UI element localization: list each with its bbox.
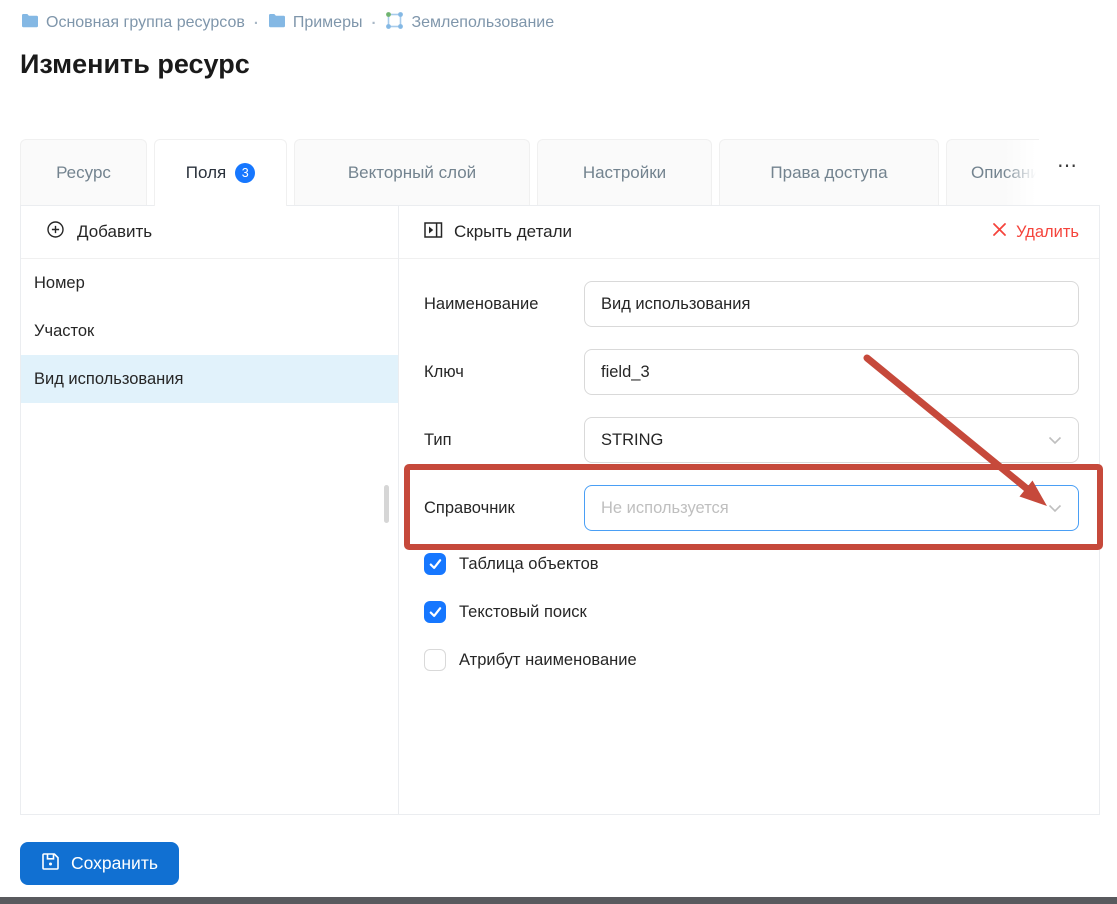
lookup-table-field-row: Справочник Не используется (424, 485, 1079, 531)
vector-layer-icon (385, 11, 404, 35)
checkbox-label: Текстовый поиск (459, 602, 587, 621)
tab-label: Ресурс (56, 162, 111, 182)
tab-settings[interactable]: Настройки (537, 139, 712, 205)
tab-description[interactable]: Описание (946, 139, 1039, 205)
checkbox-label: Таблица объектов (459, 554, 599, 573)
chevron-down-icon (1048, 499, 1062, 518)
tab-permissions[interactable]: Права доступа (719, 139, 939, 205)
fields-editor-panel: Добавить Номер Участок Вид использования… (20, 205, 1100, 815)
folder-icon (268, 13, 286, 33)
name-field-label: Наименование (424, 294, 539, 313)
tab-resource[interactable]: Ресурс (20, 139, 147, 205)
checkbox-label: Атрибут наименование (459, 650, 637, 669)
tab-label: Права доступа (770, 162, 888, 182)
feature-table-checkbox-row[interactable]: Таблица объектов (424, 553, 1079, 575)
name-field-row: Наименование (424, 281, 1079, 327)
field-list-item-uchastok[interactable]: Участок (21, 307, 398, 355)
panel-splitter-handle[interactable] (384, 485, 389, 523)
breadcrumb-item-examples[interactable]: Примеры (268, 13, 363, 33)
field-list-item-vid-ispolzovaniya[interactable]: Вид использования (21, 355, 398, 403)
page-title: Изменить ресурс (20, 49, 250, 79)
type-field-row: Тип STRING (424, 417, 1079, 463)
tab-fields[interactable]: Поля 3 (154, 139, 287, 206)
tab-overflow-fade (1003, 140, 1039, 205)
tab-bar: Ресурс Поля 3 Векторный слой Настройки П… (20, 139, 1079, 206)
type-field-label: Тип (424, 430, 452, 449)
breadcrumb-label: Примеры (292, 14, 363, 31)
breadcrumb-separator: · (253, 14, 259, 32)
add-field-button[interactable]: Добавить (21, 206, 398, 259)
breadcrumb-label: Землепользование (411, 14, 555, 31)
lookup-table-field-label: Справочник (424, 498, 515, 517)
tab-label: Поля (185, 163, 227, 182)
save-icon (41, 852, 60, 876)
field-list: Номер Участок Вид использования (21, 259, 398, 814)
field-item-label: Номер (34, 273, 85, 292)
key-field-row: Ключ (424, 349, 1079, 395)
feature-table-checkbox[interactable] (424, 553, 446, 575)
bottom-edge-bar (0, 897, 1117, 904)
folder-icon (21, 13, 39, 33)
name-input[interactable] (584, 281, 1079, 327)
breadcrumb-item-root[interactable]: Основная группа ресурсов (21, 13, 245, 33)
save-button-label: Сохранить (71, 853, 158, 873)
hide-details-button[interactable]: Скрыть детали (424, 221, 573, 243)
chevron-down-icon (1048, 431, 1062, 450)
breadcrumb-label: Основная группа ресурсов (46, 14, 245, 31)
lookup-table-placeholder: Не используется (601, 498, 729, 517)
text-search-checkbox-row[interactable]: Текстовый поиск (424, 601, 1079, 623)
delete-field-label: Удалить (1016, 222, 1079, 241)
tab-vector-layer[interactable]: Векторный слой (294, 139, 530, 205)
save-button[interactable]: Сохранить (20, 842, 179, 885)
lookup-table-select[interactable]: Не используется (584, 485, 1079, 531)
field-item-label: Участок (34, 321, 95, 340)
tab-label: Векторный слой (347, 162, 477, 182)
more-tabs-button[interactable]: ⋯ (1057, 153, 1079, 178)
details-header: Скрыть детали Удалить (399, 206, 1099, 259)
tab-label: Настройки (582, 162, 667, 182)
field-details-panel: Скрыть детали Удалить Наименование Ключ … (399, 206, 1099, 814)
type-select-value: STRING (601, 430, 664, 449)
field-list-item-nomer[interactable]: Номер (21, 259, 398, 307)
tab-fields-count-badge: 3 (235, 163, 256, 183)
field-item-label: Вид использования (34, 369, 184, 388)
hide-details-label: Скрыть детали (454, 222, 573, 241)
breadcrumb-item-resource[interactable]: Землепользование (385, 11, 554, 35)
delete-field-button[interactable]: Удалить (992, 222, 1079, 242)
field-form: Наименование Ключ Тип STRING Справочник … (399, 259, 1099, 697)
add-field-label: Добавить (77, 222, 153, 241)
label-attribute-checkbox-row[interactable]: Атрибут наименование (424, 649, 1079, 671)
key-input[interactable] (584, 349, 1079, 395)
type-select[interactable]: STRING (584, 417, 1079, 463)
breadcrumb: Основная группа ресурсов · Примеры · Зем… (21, 11, 554, 35)
key-field-label: Ключ (424, 362, 464, 381)
plus-circle-icon (47, 221, 64, 243)
text-search-checkbox[interactable] (424, 601, 446, 623)
label-attribute-checkbox[interactable] (424, 649, 446, 671)
field-list-panel: Добавить Номер Участок Вид использования (21, 206, 399, 814)
collapse-panel-icon (424, 221, 443, 243)
close-icon (992, 222, 1007, 242)
breadcrumb-separator: · (371, 14, 377, 32)
